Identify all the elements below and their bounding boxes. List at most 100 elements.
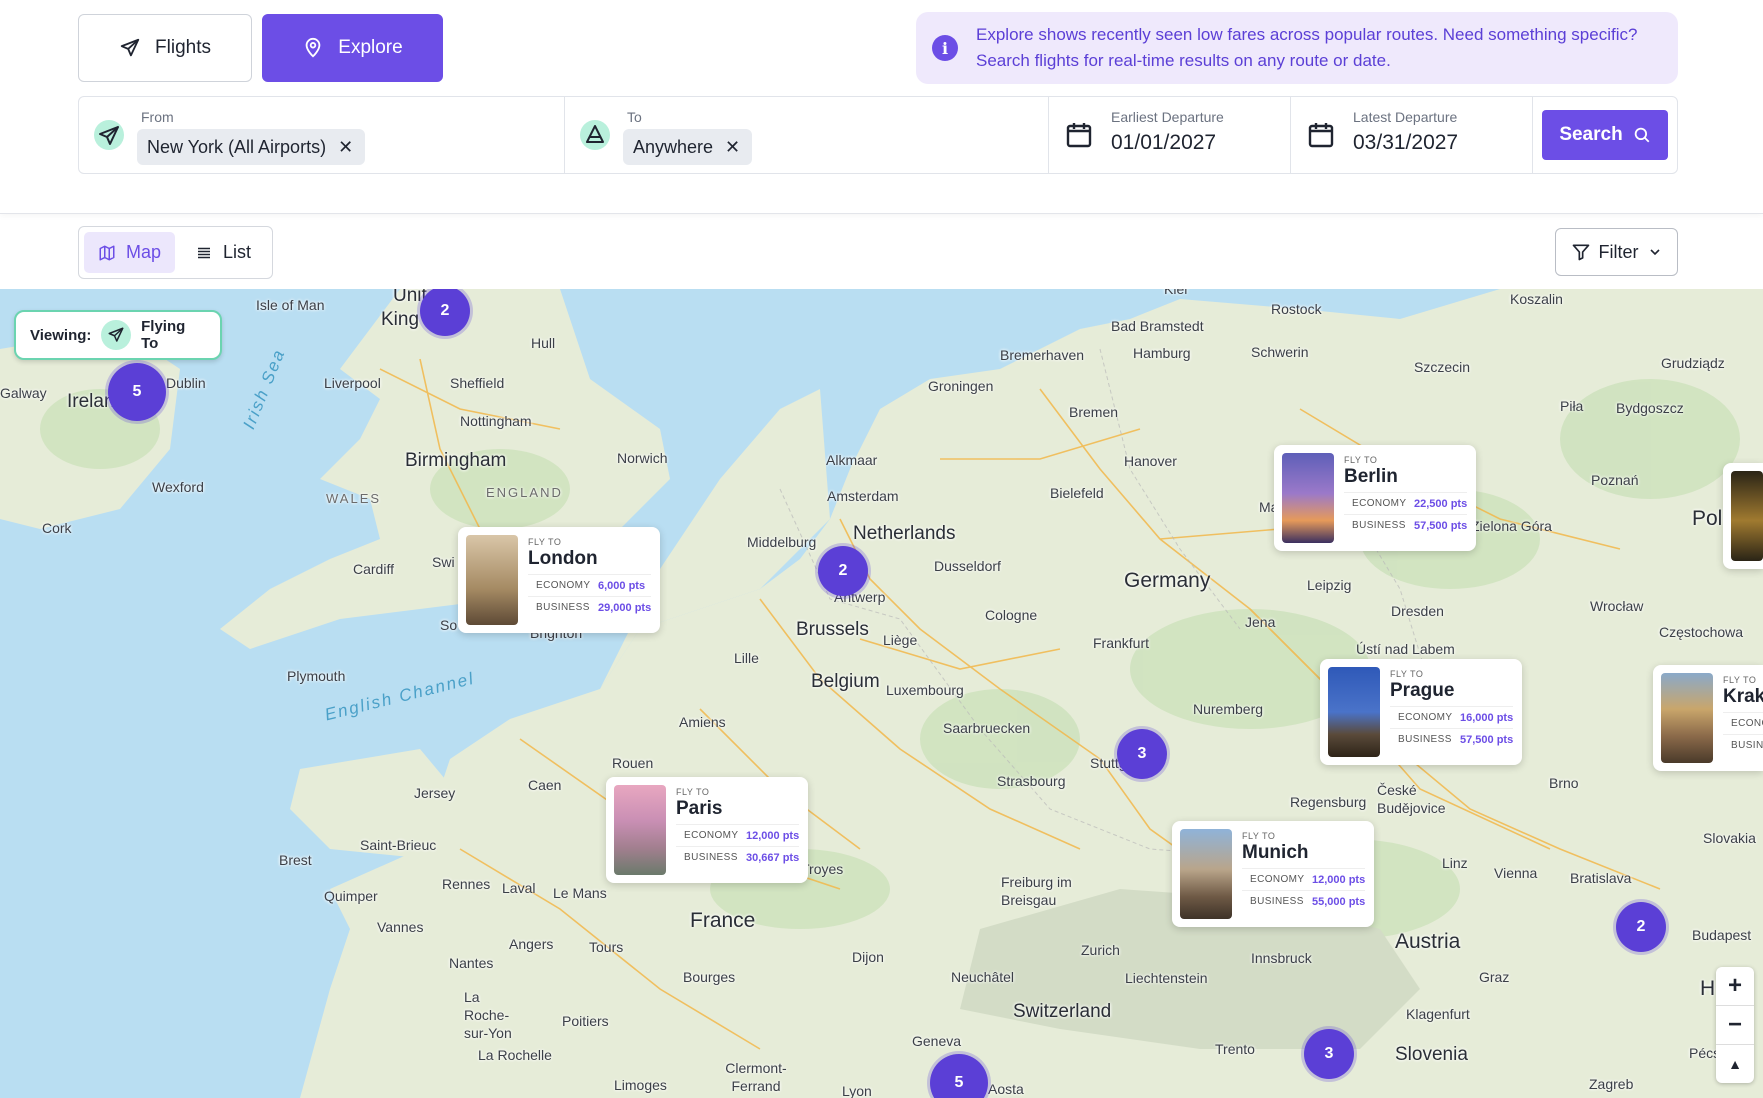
filter-button[interactable]: Filter — [1555, 228, 1678, 276]
business-price: 29,000 pts — [598, 601, 652, 614]
card-fly-to: FLY TO — [1390, 669, 1424, 679]
card-info: FLY TO Munich ECONOMY 12,000 pts BUSINESS… — [1242, 829, 1366, 919]
place-label: Quimper — [324, 888, 378, 904]
remove-to-icon[interactable]: ✕ — [725, 138, 740, 156]
place-label: Klagenfurt — [1406, 1006, 1470, 1022]
destination-card-paris[interactable]: FLY TO Paris ECONOMY 12,000 pts BUSINESS 3… — [606, 777, 808, 883]
compass-icon[interactable]: ▲ — [1716, 1045, 1754, 1083]
place-label: La Roche-sur-Yon — [464, 989, 512, 1041]
card-fly-to: FLY TO — [1344, 455, 1378, 465]
latest-departure-field[interactable]: Latest Departure 03/31/2027 — [1291, 97, 1533, 173]
place-label: Rouen — [612, 755, 654, 771]
destination-card-prague[interactable]: FLY TO Prague ECONOMY 16,000 pts BUSINESS… — [1320, 659, 1522, 765]
business-price: 55,000 pts — [1312, 895, 1366, 908]
place-label: Alkmaar — [826, 452, 878, 468]
place-label: Groningen — [928, 378, 994, 394]
place-label: Brussels — [796, 619, 869, 640]
destination-card-krakow[interactable]: FLY TO Krako ECONO BUSINE — [1653, 665, 1763, 771]
destination-icon — [580, 120, 610, 150]
card-city: Krako — [1723, 686, 1763, 707]
place-label: Linz — [1442, 855, 1468, 871]
place-label: Angers — [509, 936, 554, 952]
earliest-departure-field[interactable]: Earliest Departure 01/01/2027 — [1049, 97, 1291, 173]
list-view-button[interactable]: List — [181, 232, 265, 273]
from-field[interactable]: From New York (All Airports) ✕ — [79, 97, 565, 173]
map-cluster[interactable]: 3 — [1304, 1029, 1354, 1079]
munich-photo — [1180, 829, 1232, 919]
to-chip[interactable]: Anywhere ✕ — [623, 129, 753, 165]
viewing-indicator[interactable]: Viewing: Flying To — [14, 310, 222, 360]
info-text: Explore shows recently seen low fares ac… — [976, 25, 1638, 70]
place-label: Schwerin — [1251, 344, 1309, 360]
place-label: Lille — [734, 650, 759, 666]
destination-card-london[interactable]: FLY TO London ECONOMY 6,000 pts BUSINESS 2… — [458, 527, 660, 633]
from-chip[interactable]: New York (All Airports) ✕ — [137, 129, 366, 165]
place-label: Austria — [1395, 930, 1461, 953]
place-label: Trento — [1215, 1041, 1255, 1057]
place-label: Amsterdam — [827, 488, 899, 504]
place-label: Swi — [432, 554, 455, 570]
place-label: King — [381, 309, 420, 330]
place-label: Dusseldorf — [934, 558, 1001, 574]
card-city: Munich — [1242, 842, 1309, 863]
map-cluster[interactable]: 5 — [108, 363, 166, 421]
economy-row: ECONOMY 12,000 pts — [676, 824, 800, 846]
destination-card-munich[interactable]: FLY TO Munich ECONOMY 12,000 pts BUSINESS… — [1172, 821, 1374, 927]
destination-card-partial[interactable] — [1723, 463, 1763, 569]
economy-price: 16,000 pts — [1460, 711, 1514, 724]
place-label: Le Mans — [553, 885, 607, 901]
from-value: New York (All Airports) — [147, 136, 327, 157]
remove-from-icon[interactable]: ✕ — [338, 138, 353, 156]
business-row: BUSINE — [1723, 734, 1763, 756]
place-label: Bremerhaven — [1000, 347, 1085, 363]
zoom-in-button[interactable]: + — [1716, 967, 1754, 1006]
place-label: Middelburg — [747, 534, 817, 550]
calendar-icon — [1308, 123, 1334, 148]
economy-label: ECONOMY — [1250, 874, 1305, 885]
place-label: Cologne — [985, 607, 1038, 623]
place-label: Jersey — [414, 785, 456, 801]
place-label: Bad Bramstedt — [1111, 318, 1204, 334]
tab-flights[interactable]: Flights — [78, 14, 252, 82]
card-fly-to: FLY TO — [1723, 675, 1757, 685]
economy-price: 12,000 pts — [746, 829, 800, 842]
card-city: Prague — [1390, 680, 1455, 701]
place-label: Leipzig — [1307, 577, 1352, 593]
place-label: Dijon — [852, 949, 884, 965]
place-label: Netherlands — [853, 523, 956, 544]
search-button[interactable]: Search — [1542, 110, 1668, 160]
place-label: Hull — [531, 335, 556, 351]
map[interactable]: Isle of Man Unit King Hull Ireland Dubli… — [0, 289, 1763, 1098]
business-label: BUSINESS — [684, 852, 738, 863]
map-cluster[interactable]: 3 — [1117, 729, 1167, 779]
viewing-label: Viewing: — [30, 326, 92, 344]
place-label: Jena — [1245, 614, 1276, 630]
earliest-departure-label: Earliest Departure — [1111, 109, 1224, 125]
to-field[interactable]: To Anywhere ✕ — [565, 97, 1049, 173]
map-cluster[interactable]: 2 — [1616, 902, 1666, 952]
zoom-out-button[interactable]: − — [1716, 1006, 1754, 1045]
place-label: České Budějovice — [1377, 782, 1446, 816]
latest-departure-label: Latest Departure — [1353, 109, 1458, 125]
from-label: From — [141, 109, 174, 125]
place-label: Vienna — [1494, 865, 1538, 881]
tab-explore[interactable]: Explore — [262, 14, 443, 82]
map-view-button[interactable]: Map — [84, 232, 176, 273]
economy-label: ECONOMY — [684, 830, 739, 841]
place-label: Germany — [1124, 569, 1211, 592]
business-row: BUSINESS 55,000 pts — [1242, 890, 1366, 912]
london-photo — [466, 535, 518, 625]
destination-card-berlin[interactable]: FLY TO Berlin ECONOMY 22,500 pts BUSINESS… — [1274, 445, 1476, 551]
list-view-label: List — [223, 242, 252, 262]
place-label: Rennes — [442, 876, 491, 892]
place-label: Freiburg im Breisgau — [1001, 874, 1072, 908]
map-cluster[interactable]: 2 — [818, 546, 868, 596]
place-label: Hamburg — [1133, 345, 1191, 361]
place-label: Bydgoszcz — [1616, 400, 1684, 416]
place-label: WALES — [326, 491, 382, 506]
place-label: Geneva — [912, 1033, 962, 1049]
place-label: Szczecin — [1414, 359, 1471, 375]
place-label: Slovakia — [1703, 830, 1756, 846]
map-icon — [99, 245, 115, 260]
card-city: Paris — [676, 798, 723, 819]
